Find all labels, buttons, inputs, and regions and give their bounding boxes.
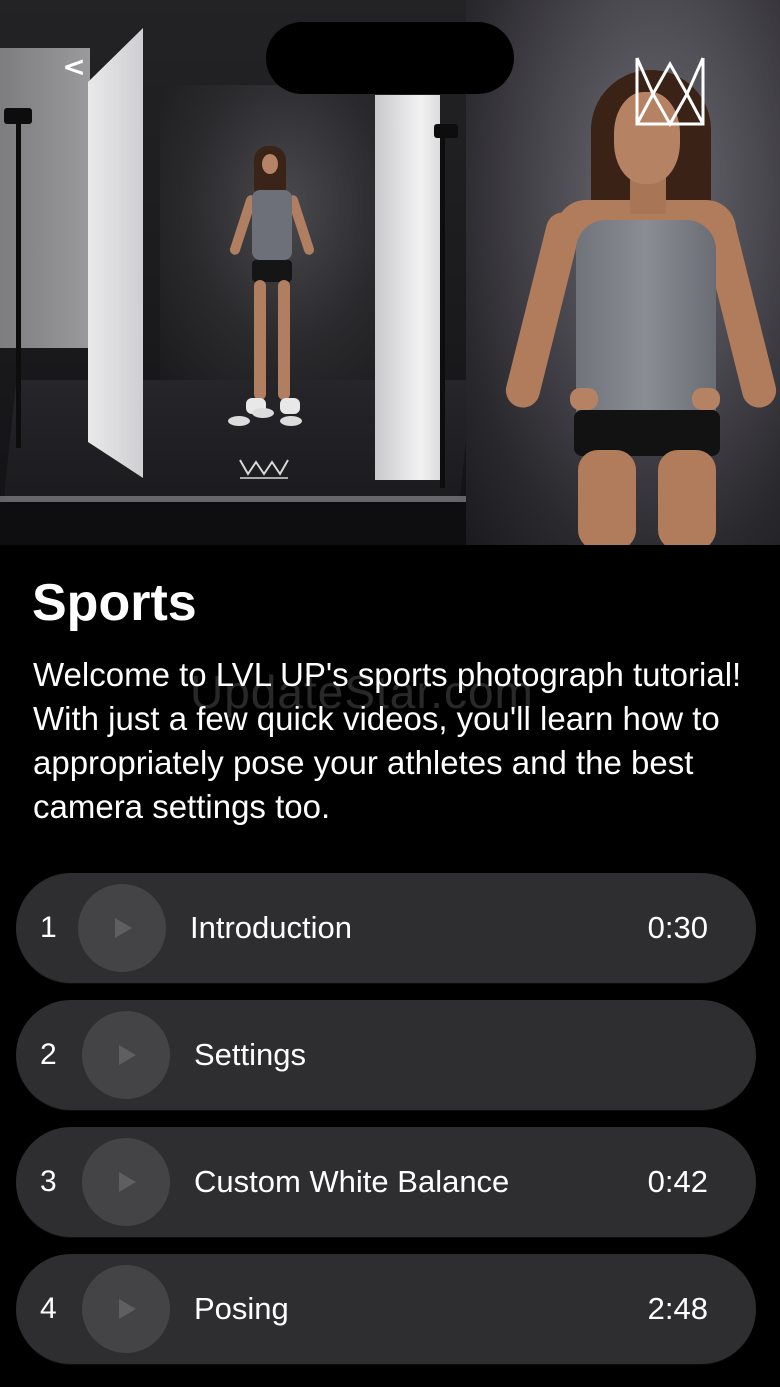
play-button[interactable] — [82, 1265, 170, 1353]
reflector-panel — [375, 95, 440, 480]
back-button[interactable]: < — [56, 48, 92, 84]
lesson-duration: 0:30 — [647, 910, 708, 945]
lesson-item-2[interactable]: 2 Settings — [16, 1000, 756, 1110]
page-description: Welcome to LVL UP's sports photograph tu… — [33, 656, 742, 825]
lesson-number: 3 — [40, 1165, 57, 1198]
play-icon — [119, 1172, 136, 1192]
light-stand — [16, 118, 21, 448]
lesson-number: 1 — [40, 911, 57, 944]
lesson-duration: 2:48 — [647, 1291, 708, 1326]
play-icon — [119, 1045, 136, 1065]
hero-image: < — [0, 0, 780, 545]
model-figure — [228, 146, 316, 418]
light-stand — [440, 128, 445, 488]
lesson-item-4[interactable]: 4 Posing 2:48 — [16, 1254, 756, 1364]
screen: < Sports Welcome to LVL UP's sports phot… — [0, 0, 780, 1387]
lesson-duration: 0:42 — [647, 1164, 708, 1199]
reflector-panel — [88, 28, 143, 478]
play-icon — [119, 1299, 136, 1319]
crown-logo-icon — [632, 54, 708, 128]
lesson-number: 2 — [40, 1038, 57, 1071]
lesson-item-3[interactable]: 3 Custom White Balance 0:42 — [16, 1127, 756, 1237]
floor-logo — [236, 456, 292, 486]
lesson-title: Custom White Balance — [194, 1164, 510, 1199]
page-title: Sports — [32, 574, 197, 632]
chevron-left-icon: < — [62, 49, 86, 83]
lesson-title: Posing — [194, 1291, 289, 1326]
lesson-title: Settings — [194, 1037, 307, 1072]
athlete-portrait-photo — [466, 0, 780, 545]
camera-notch — [266, 22, 514, 94]
model-portrait — [496, 70, 780, 545]
play-button[interactable] — [78, 884, 166, 972]
play-icon — [115, 918, 132, 938]
lesson-item-1[interactable]: 1 Introduction 0:30 — [16, 873, 756, 983]
play-button[interactable] — [82, 1138, 170, 1226]
play-button[interactable] — [82, 1011, 170, 1099]
lesson-title: Introduction — [190, 910, 352, 945]
lesson-number: 4 — [40, 1292, 57, 1325]
